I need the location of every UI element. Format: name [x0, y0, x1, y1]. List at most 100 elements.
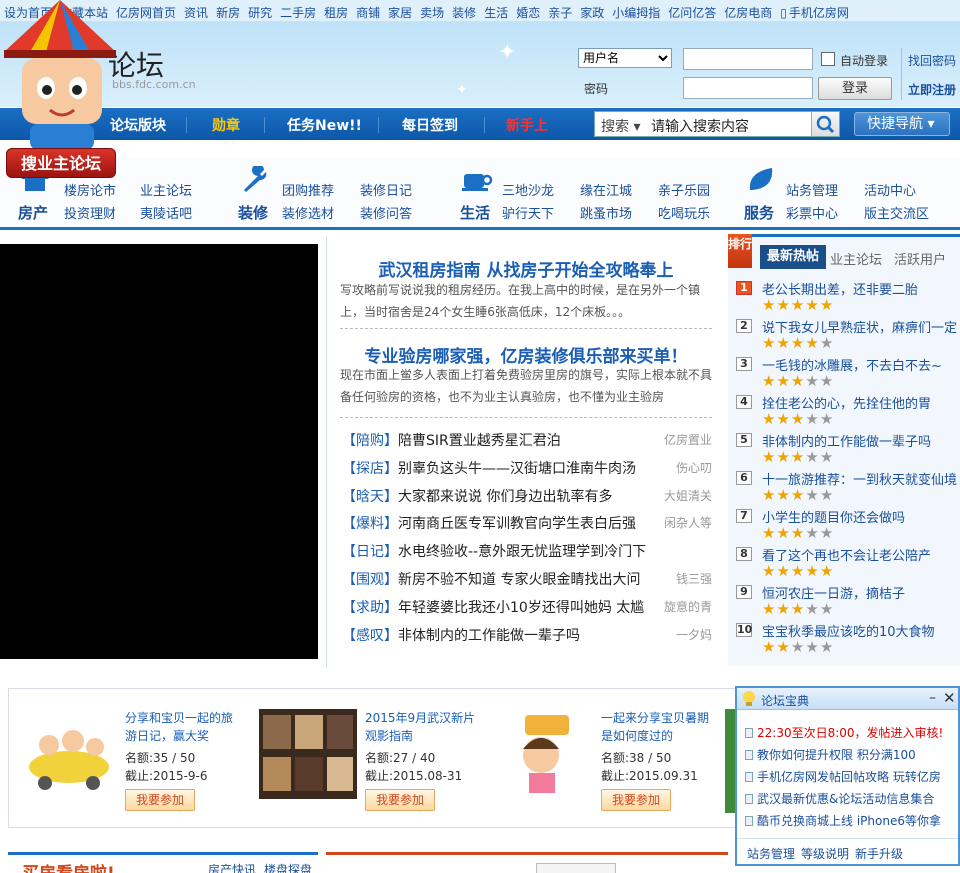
category-link[interactable]: 装修问答 — [360, 203, 412, 222]
category-link[interactable]: 团购推荐 — [282, 180, 334, 199]
news-title[interactable]: 水电终验收--意外跟无忧监理学到冷门下 — [398, 544, 646, 560]
top-link[interactable]: 卖场 — [420, 6, 444, 20]
news-author[interactable]: 钱三强 — [676, 570, 712, 587]
popup-link-level-info[interactable]: 等级说明 — [801, 845, 849, 862]
news-title[interactable]: 非体制内的工作能做一辈子吗 — [398, 628, 580, 644]
nav-newbie[interactable]: 新手上 — [506, 115, 548, 135]
category-link[interactable]: 彩票中心 — [786, 203, 838, 222]
category-link[interactable]: 驴行天下 — [502, 203, 554, 222]
popup-item[interactable]: 手机亿房网发帖回帖攻略 玩转亿房 — [745, 768, 955, 785]
tab-owner-forum[interactable]: 业主论坛 — [830, 249, 882, 268]
category-link[interactable]: 跳蚤市场 — [580, 203, 632, 222]
category-link[interactable]: 缘在江城 — [580, 180, 632, 199]
news-tag[interactable]: 【日记】 — [342, 544, 398, 560]
join-button[interactable]: 我要参加 — [365, 789, 435, 811]
password-input[interactable] — [683, 77, 813, 99]
news-tag[interactable]: 【感叹】 — [342, 628, 398, 644]
tab-hot-posts[interactable]: 最新热帖 — [760, 245, 826, 269]
news-item[interactable]: 【求助】年轻婆婆比我还小10岁还得叫她妈 太尴 旋意的青 — [342, 597, 712, 621]
news-title[interactable]: 陪曹SIR置业越秀星汇君泊 — [398, 433, 561, 449]
news-author[interactable]: 旋意的青 — [664, 598, 712, 615]
news-tag[interactable]: 【围观】 — [342, 572, 398, 588]
news-item[interactable]: 【日记】水电终验收--意外跟无忧监理学到冷门下 — [342, 541, 712, 565]
news-tag[interactable]: 【探店】 — [342, 461, 398, 477]
news-title[interactable]: 年轻婆婆比我还小10岁还得叫她妈 太尴 — [398, 600, 644, 616]
username-type-select[interactable]: 用户名 — [578, 48, 672, 68]
news-item[interactable]: 【陪购】陪曹SIR置业越秀星汇君泊 亿房置业 — [342, 430, 712, 454]
news-title[interactable]: 河南商丘医专军训教官向学生表白后强 — [398, 516, 636, 532]
category-link[interactable]: 业主论坛 — [140, 180, 192, 199]
top-link[interactable]: 新房 — [216, 6, 240, 20]
join-button[interactable]: 我要参加 — [125, 789, 195, 811]
search-type-dropdown[interactable]: 搜索 ▾ — [601, 116, 640, 136]
category-link[interactable]: 亲子乐园 — [658, 180, 710, 199]
search-button[interactable] — [811, 112, 839, 136]
quick-nav-button[interactable]: 快捷导航 ▾ — [854, 112, 950, 136]
activity-thumbnail[interactable] — [19, 709, 117, 799]
top-link[interactable]: 亿问亿答 — [668, 6, 716, 20]
category-link[interactable]: 三地沙龙 — [502, 180, 554, 199]
category-link[interactable]: 活动中心 — [864, 180, 916, 199]
login-button[interactable]: 登录 — [818, 77, 892, 100]
search-owner-forum-button[interactable]: 搜业主论坛 — [6, 148, 116, 178]
username-input[interactable] — [683, 48, 813, 70]
top-link[interactable]: 租房 — [324, 6, 348, 20]
news-title[interactable]: 大家都来说说 你们身边出轨率有多 — [398, 489, 612, 505]
activity-thumbnail[interactable] — [495, 709, 593, 799]
popup-link-newbie-upgrade[interactable]: 新手升级 — [855, 845, 903, 862]
close-icon[interactable]: ✕ — [943, 689, 956, 707]
nav-tasks[interactable]: 任务New!! — [287, 115, 362, 135]
news-tag[interactable]: 【求助】 — [342, 600, 398, 616]
news-item[interactable]: 【爆料】河南商丘医专军训教官向学生表白后强 闲杂人等 — [342, 513, 712, 537]
tab-property-visit[interactable]: 楼盘探盘 — [264, 861, 312, 873]
top-link[interactable]: 研究 — [248, 6, 272, 20]
news-item[interactable]: 【感叹】非体制内的工作能做一辈子吗 一夕妈 — [342, 625, 712, 649]
headline-title[interactable]: 武汉租房指南 从找房子开始全攻略奉上 — [340, 256, 712, 281]
search-input[interactable]: 请输入搜索内容 — [651, 116, 749, 136]
news-title[interactable]: 新房不验不知道 专家火眼金睛找出大问 — [398, 572, 640, 588]
news-tag[interactable]: 【陪购】 — [342, 433, 398, 449]
activity-thumbnail[interactable] — [259, 709, 357, 799]
news-author[interactable]: 伤心叨 — [676, 459, 712, 476]
minimize-icon[interactable]: – — [929, 690, 936, 706]
category-link[interactable]: 站务管理 — [786, 180, 838, 199]
activity-title[interactable]: 分享和宝贝一起的旅游日记，赢大奖 — [125, 709, 239, 745]
top-link[interactable]: 二手房 — [280, 6, 316, 20]
category-link[interactable]: 装修选材 — [282, 203, 334, 222]
image-slider[interactable] — [0, 244, 318, 659]
top-link[interactable]: 小编拇指 — [612, 6, 660, 20]
news-item[interactable]: 【围观】新房不验不知道 专家火眼金睛找出大问 钱三强 — [342, 569, 712, 593]
nav-daily-checkin[interactable]: 每日签到 — [402, 115, 458, 135]
news-tag[interactable]: 【爆料】 — [342, 516, 398, 532]
category-link[interactable]: 楼房论市 — [64, 180, 116, 199]
tab-active-users[interactable]: 活跃用户 — [894, 249, 946, 268]
activity-title[interactable]: 2015年9月武汉新片观影指南 — [365, 709, 479, 745]
more-button[interactable] — [536, 863, 616, 873]
top-link[interactable]: 亿房电商 — [724, 6, 772, 20]
top-link[interactable]: 资讯 — [184, 6, 208, 20]
category-link[interactable]: 装修日记 — [360, 180, 412, 199]
mobile-site-link[interactable]: ▯ 手机亿房网 — [780, 6, 849, 20]
nav-medals[interactable]: 勋章 — [212, 115, 240, 135]
popup-item[interactable]: 22:30至次日8:00，发帖进入审核! — [745, 724, 955, 741]
top-link[interactable]: 装修 — [452, 6, 476, 20]
news-item[interactable]: 【探店】别辜负这头牛——汉街塘口淮南牛肉汤 伤心叨 — [342, 458, 712, 482]
join-button[interactable]: 我要参加 — [601, 789, 671, 811]
top-link[interactable]: 家居 — [388, 6, 412, 20]
activity-title[interactable]: 一起来分享宝贝暑期是如何度过的 — [601, 709, 715, 745]
popup-link-site-admin[interactable]: 站务管理 — [747, 845, 795, 862]
category-link[interactable]: 投资理财 — [64, 203, 116, 222]
category-link[interactable]: 版主交流区 — [864, 203, 929, 222]
top-link[interactable]: 家政 — [580, 6, 604, 20]
top-link[interactable]: 生活 — [484, 6, 508, 20]
popup-item[interactable]: 教你如何提升权限 积分满100 — [745, 746, 955, 763]
category-link[interactable]: 吃喝玩乐 — [658, 203, 710, 222]
news-tag[interactable]: 【晗天】 — [342, 489, 398, 505]
news-author[interactable]: 大姐清关 — [664, 487, 712, 504]
forgot-password-link[interactable]: 找回密码 — [908, 52, 956, 69]
news-author[interactable]: 闲杂人等 — [664, 514, 712, 531]
top-link[interactable]: 商铺 — [356, 6, 380, 20]
popup-item[interactable]: 酷币兑换商城上线 iPhone6等你拿 — [745, 812, 955, 829]
news-author[interactable]: 一夕妈 — [676, 626, 712, 643]
news-author[interactable]: 亿房置业 — [664, 431, 712, 448]
